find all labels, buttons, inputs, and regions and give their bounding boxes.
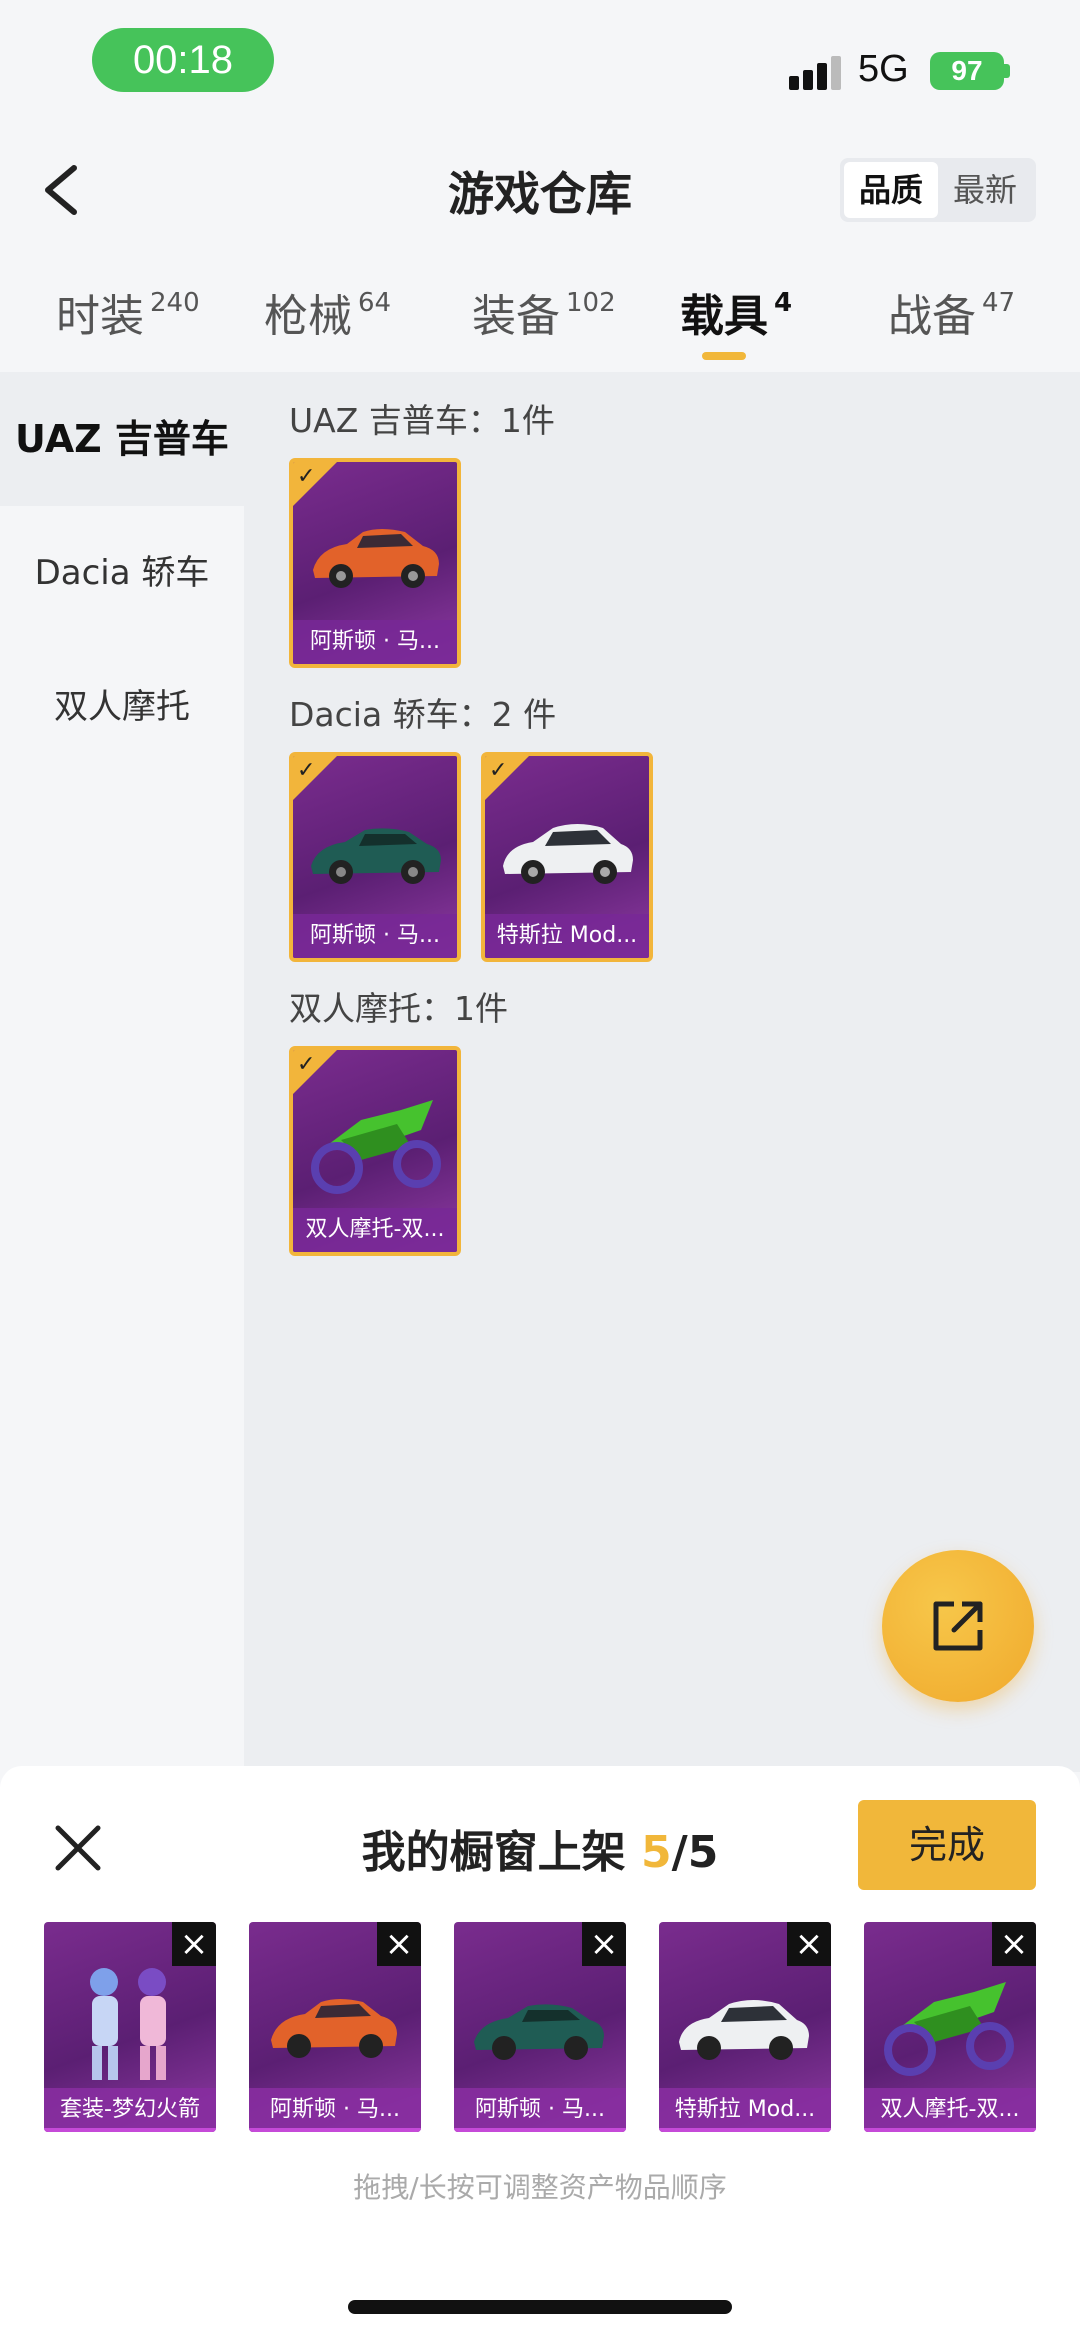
- remove-item-button[interactable]: ×: [992, 1922, 1036, 1966]
- sidebar: UAZ 吉普车 Dacia 轿车 双人摩托: [0, 372, 244, 1772]
- remove-item-button[interactable]: ×: [172, 1922, 216, 1966]
- sort-quality-option[interactable]: 品质: [844, 162, 938, 218]
- shelf-item[interactable]: × 套装-梦幻火箭: [44, 1922, 216, 2132]
- item-card[interactable]: ✓ 特斯拉 Mod...: [481, 752, 653, 962]
- status-bar: 00:18 5G 97: [0, 0, 1080, 130]
- green-car-icon: [311, 828, 441, 884]
- shelf-item-label: 阿斯顿 · 马...: [454, 2088, 626, 2132]
- remove-item-button[interactable]: ×: [377, 1922, 421, 1966]
- tab-label: 时装: [56, 291, 144, 342]
- sheet-count: 5: [641, 1827, 672, 1878]
- tab-combat-gear[interactable]: 战备 47: [888, 280, 1015, 344]
- sheet-title-text: 我的橱窗上架: [361, 1827, 626, 1878]
- green-motorcycle-icon: [311, 1100, 441, 1194]
- item-label: 阿斯顿 · 马...: [293, 620, 457, 664]
- tab-count: 47: [982, 288, 1016, 318]
- tab-label: 装备: [472, 291, 560, 342]
- category-tabs: 时装 240 枪械 64 装备 102 载具 4 战备 47: [0, 270, 1080, 370]
- shelf-item[interactable]: × 阿斯顿 · 马...: [249, 1922, 421, 2132]
- tab-label: 载具: [680, 291, 768, 342]
- tab-count: 4: [774, 288, 793, 318]
- battery-tip: [1004, 64, 1010, 78]
- done-button[interactable]: 完成: [858, 1800, 1036, 1890]
- tab-count: 64: [358, 288, 392, 318]
- tab-vehicles[interactable]: 载具 4: [680, 280, 792, 344]
- sort-toggle[interactable]: 品质 最新: [840, 158, 1036, 222]
- sidebar-item-motorcycle[interactable]: 双人摩托: [0, 640, 244, 774]
- check-icon: ✓: [297, 1052, 316, 1077]
- check-icon: ✓: [489, 758, 508, 783]
- battery-icon: 97: [930, 52, 1004, 90]
- shelf-item-label: 双人摩托-双...: [864, 2088, 1036, 2132]
- tab-count: 240: [150, 288, 200, 318]
- section-title-motorcycle: 双人摩托：1件: [289, 989, 508, 1028]
- item-card[interactable]: ✓ 阿斯顿 · 马...: [289, 458, 461, 668]
- tab-count: 102: [566, 288, 616, 318]
- showcase-sheet: 我的橱窗上架 5/5 完成 × 套装-梦幻火箭 × 阿斯顿 · 马... × 阿…: [0, 1766, 1080, 2337]
- sidebar-item-uaz[interactable]: UAZ 吉普车: [0, 372, 244, 506]
- shelf-item-label: 套装-梦幻火箭: [44, 2088, 216, 2132]
- green-motorcycle-icon: [884, 1982, 1014, 2076]
- share-button[interactable]: [882, 1550, 1034, 1702]
- tab-fashion[interactable]: 时装 240: [56, 280, 200, 344]
- orange-car-icon: [271, 1999, 397, 2058]
- check-icon: ✓: [297, 464, 316, 489]
- orange-car-icon: [313, 529, 439, 588]
- tab-guns[interactable]: 枪械 64: [264, 280, 391, 344]
- header: 游戏仓库 品质 最新: [0, 130, 1080, 250]
- sidebar-item-dacia[interactable]: Dacia 轿车: [0, 506, 244, 640]
- shelf-item[interactable]: × 特斯拉 Mod...: [659, 1922, 831, 2132]
- tab-label: 战备: [888, 291, 976, 342]
- green-car-icon: [474, 2004, 604, 2060]
- white-car-icon: [503, 824, 633, 884]
- shelf-item-label: 特斯拉 Mod...: [659, 2088, 831, 2132]
- check-icon: ✓: [297, 758, 316, 783]
- remove-item-button[interactable]: ×: [787, 1922, 831, 1966]
- shelf-item[interactable]: × 双人摩托-双...: [864, 1922, 1036, 2132]
- item-label: 特斯拉 Mod...: [485, 914, 649, 958]
- outfit-icon: [90, 1968, 166, 2080]
- network-label: 5G: [858, 48, 909, 90]
- time-display: 00:18: [92, 28, 274, 92]
- home-indicator[interactable]: [348, 2300, 732, 2314]
- white-car-icon: [679, 2000, 809, 2060]
- tab-label: 枪械: [264, 291, 352, 342]
- sort-latest-option[interactable]: 最新: [938, 162, 1032, 218]
- shelf-item[interactable]: × 阿斯顿 · 马...: [454, 1922, 626, 2132]
- item-label: 阿斯顿 · 马...: [293, 914, 457, 958]
- reorder-hint: 拖拽/长按可调整资产物品顺序: [353, 2171, 727, 2204]
- shelf-item-label: 阿斯顿 · 马...: [249, 2088, 421, 2132]
- share-icon: [933, 1601, 983, 1651]
- remove-item-button[interactable]: ×: [582, 1922, 626, 1966]
- item-label: 双人摩托-双...: [293, 1208, 457, 1252]
- section-title-uaz: UAZ 吉普车：1件: [289, 401, 555, 440]
- active-tab-indicator: [702, 352, 746, 360]
- sheet-total: /5: [671, 1827, 719, 1878]
- signal-icon: [789, 56, 845, 90]
- item-card[interactable]: ✓ 双人摩托-双...: [289, 1046, 461, 1256]
- tab-equipment[interactable]: 装备 102: [472, 280, 616, 344]
- section-title-dacia: Dacia 轿车：2 件: [289, 695, 557, 734]
- item-card[interactable]: ✓ 阿斯顿 · 马...: [289, 752, 461, 962]
